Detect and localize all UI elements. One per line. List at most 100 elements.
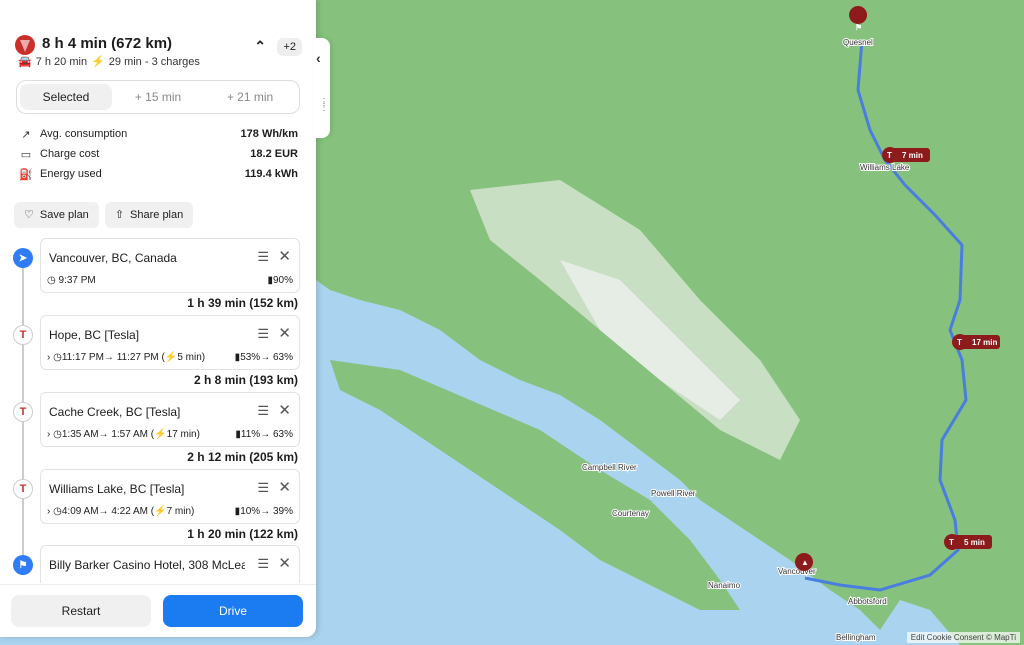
- clock-time: ◷ 9:37 PM: [47, 275, 96, 286]
- chevron-right-icon[interactable]: ›: [47, 352, 50, 363]
- stat-value: 18.2 EUR: [250, 148, 298, 160]
- panel-toggle[interactable]: ‹ ⋮ ⋮: [314, 38, 330, 138]
- stop-details: ◷ 9:37 PM ▮90%: [47, 275, 293, 286]
- save-plan-label: Save plan: [39, 209, 89, 221]
- share-plan-label: Share plan: [130, 209, 184, 221]
- drag-handle-icon[interactable]: ⋮ ⋮: [319, 98, 329, 113]
- tesla-charger-icon: T: [13, 479, 33, 499]
- charge-duration-label: 17 min: [972, 338, 997, 347]
- stat-value: 119.4 kWh: [244, 168, 298, 180]
- charger-marker[interactable]: T 5 min: [944, 534, 992, 550]
- tesla-charger-icon: T: [13, 402, 33, 422]
- leg-duration: 2 h 12 min (205 km): [187, 450, 298, 464]
- chevron-left-icon[interactable]: ‹: [316, 50, 321, 66]
- stop-details: › ◷1:35 AM→ 1:57 AM (⚡17 min) ▮11%→ 63%: [47, 429, 293, 440]
- stat-charge-cost: ▭ Charge cost 18.2 EUR: [18, 144, 298, 164]
- stop-time: 1:35 AM→ 1:57 AM: [61, 429, 149, 440]
- tab-selected[interactable]: Selected: [20, 84, 112, 110]
- city-label: Nanaimo: [708, 581, 741, 590]
- stat-label: Avg. consumption: [40, 128, 128, 140]
- drive-time: 7 h 20 min: [35, 55, 88, 68]
- city-label: Quesnel: [843, 38, 873, 47]
- stop-time: 9:37 PM: [58, 275, 96, 286]
- stop-name: Billy Barker Casino Hotel, 308 McLean St: [49, 558, 245, 572]
- stop-time: 11:17 PM→ 11:27 PM: [61, 352, 159, 363]
- chevron-up-icon[interactable]: ⌃: [254, 38, 266, 55]
- car-icon: 🚘: [18, 56, 32, 68]
- charge-duration-label: 7 min: [902, 151, 923, 160]
- svg-text:▲: ▲: [801, 558, 809, 567]
- stop-card-williams-lake[interactable]: Williams Lake, BC [Tesla] ☰ ✕ › ◷4:09 AM…: [40, 469, 300, 524]
- battery: ▮90%: [267, 275, 293, 286]
- leg-duration: 1 h 20 min (122 km): [187, 527, 298, 541]
- map-attribution[interactable]: Edit Cookie Consent © MapTi: [906, 632, 1020, 643]
- stat-consumption: ↗ Avg. consumption 178 Wh/km: [18, 124, 298, 144]
- stop-card-cache-creek[interactable]: Cache Creek, BC [Tesla] ☰ ✕ › ◷1:35 AM→ …: [40, 392, 300, 447]
- charge-time: 7 min: [166, 506, 192, 517]
- chevron-right-icon[interactable]: ›: [47, 429, 50, 440]
- close-icon[interactable]: ✕: [278, 324, 291, 342]
- chevron-right-icon[interactable]: ›: [47, 506, 50, 517]
- stop-name: Williams Lake, BC [Tesla]: [49, 482, 185, 496]
- city-label: Bellingham: [836, 633, 876, 642]
- sliders-icon[interactable]: ☰: [257, 556, 269, 572]
- charge-time: 17 min: [166, 429, 197, 440]
- sliders-icon[interactable]: ☰: [257, 480, 269, 496]
- stat-label: Energy used: [40, 168, 102, 180]
- charge-duration-label: 5 min: [964, 538, 985, 547]
- more-badge[interactable]: +2: [277, 38, 302, 56]
- charge-time: 5 min: [177, 352, 202, 363]
- leg-duration: 2 h 8 min (193 km): [193, 373, 298, 387]
- app-logo-icon: [15, 35, 35, 55]
- card-icon: ▭: [20, 148, 32, 161]
- charger-marker[interactable]: T 7 min: [882, 147, 930, 163]
- save-plan-button[interactable]: ♡ Save plan: [14, 202, 99, 228]
- svg-text:T: T: [949, 538, 954, 547]
- stop-name: Cache Creek, BC [Tesla]: [49, 405, 181, 419]
- svg-text:T: T: [887, 151, 892, 160]
- close-icon[interactable]: ✕: [278, 478, 291, 496]
- close-icon[interactable]: ✕: [278, 401, 291, 419]
- bolt-icon: ⚡: [91, 56, 105, 68]
- stop-details: › ◷4:09 AM→ 4:22 AM (⚡7 min) ▮10%→ 39%: [47, 506, 293, 517]
- close-icon[interactable]: ✕: [278, 247, 291, 265]
- route-stats: ↗ Avg. consumption 178 Wh/km ▭ Charge cost 1…: [18, 124, 298, 184]
- share-plan-button[interactable]: ⇧ Share plan: [104, 202, 194, 228]
- route-header: 8 h 4 min (672 km) 🚘 7 h 20 min ⚡ 29 min…: [14, 32, 302, 72]
- alternative-routes: Selected + 15 min + 21 min: [16, 80, 300, 114]
- origin-pin-icon: ➤: [13, 248, 33, 268]
- stop-card-origin[interactable]: Vancouver, BC, Canada ☰ ✕ ◷ 9:37 PM ▮90%: [40, 238, 300, 293]
- stop-details: › ◷11:17 PM→ 11:27 PM (⚡5 min) ▮53%→ 63%: [47, 352, 293, 363]
- stop-battery: 90%: [272, 275, 293, 286]
- stop-time: 4:09 AM→ 4:22 AM: [61, 506, 149, 517]
- stat-label: Charge cost: [40, 148, 100, 160]
- city-label: Campbell River: [582, 463, 637, 472]
- trend-icon: ↗: [21, 128, 31, 141]
- destination-flag-icon: ⚑: [13, 555, 33, 575]
- tab-plus-15[interactable]: + 15 min: [112, 84, 204, 110]
- close-icon[interactable]: ✕: [278, 554, 291, 572]
- stop-battery: 53%→ 63%: [240, 352, 293, 363]
- city-label: Williams Lake: [860, 163, 910, 172]
- stop-battery: 10%→ 39%: [240, 506, 293, 517]
- charger-marker[interactable]: T 17 min: [952, 334, 1000, 350]
- origin-marker: ▲: [795, 553, 813, 571]
- plan-actions: ♡ Save plan ⇧ Share plan: [14, 202, 194, 228]
- stop-card-hope[interactable]: Hope, BC [Tesla] ☰ ✕ › ◷11:17 PM→ 11:27 …: [40, 315, 300, 370]
- svg-text:T: T: [957, 338, 962, 347]
- route-panel: 8 h 4 min (672 km) 🚘 7 h 20 min ⚡ 29 min…: [0, 0, 316, 637]
- charge-summary: 29 min - 3 charges: [108, 55, 200, 68]
- stop-battery: 11%→ 63%: [240, 429, 293, 440]
- city-label: Powell River: [651, 489, 696, 498]
- sliders-icon[interactable]: ☰: [257, 403, 269, 419]
- stop-card-destination[interactable]: Billy Barker Casino Hotel, 308 McLean St…: [40, 545, 300, 583]
- drive-button[interactable]: Drive: [163, 595, 303, 627]
- stop-name: Hope, BC [Tesla]: [49, 328, 140, 342]
- stat-energy: ⛽ Energy used 119.4 kWh: [18, 164, 298, 184]
- tab-plus-21[interactable]: + 21 min: [204, 84, 296, 110]
- city-label: Courtenay: [612, 509, 649, 518]
- city-label: Abbotsford: [848, 597, 887, 606]
- sliders-icon[interactable]: ☰: [257, 326, 269, 342]
- sliders-icon[interactable]: ☰: [257, 249, 269, 265]
- restart-button[interactable]: Restart: [11, 595, 151, 627]
